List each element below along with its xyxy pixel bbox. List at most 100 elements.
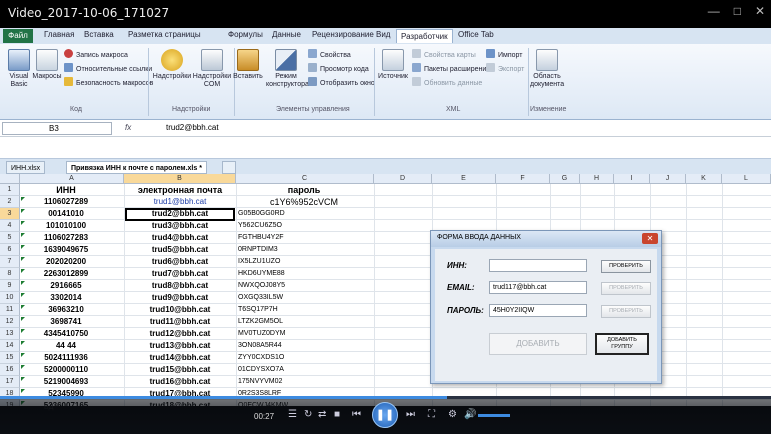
cell-inn[interactable]: 1106027283 xyxy=(21,232,111,244)
cell-password[interactable]: c1Y6%952cVCM xyxy=(236,196,370,208)
row-header[interactable]: 17 xyxy=(0,376,20,388)
cell-password[interactable]: 175NVYVM02 xyxy=(236,376,370,388)
formula-input[interactable]: trud2@bbh.cat xyxy=(166,123,219,132)
header-password[interactable]: пароль xyxy=(236,184,370,196)
cell-password[interactable]: NWXQOJ08Y5 xyxy=(236,280,370,292)
tab-data[interactable]: Данные xyxy=(272,30,301,39)
email-input[interactable]: trud117@bbh.cat xyxy=(489,281,587,294)
cell-inn[interactable]: 5200000110 xyxy=(21,364,111,376)
playlist-icon[interactable]: ☰ xyxy=(288,409,297,420)
cell-email[interactable]: trud9@bbh.cat xyxy=(126,292,234,304)
cell-password[interactable]: LTZK2GM5OL xyxy=(236,316,370,328)
column-header-k[interactable]: K xyxy=(686,174,722,184)
column-header-l[interactable]: L xyxy=(722,174,771,184)
tab-developer[interactable]: Разработчик xyxy=(396,29,453,43)
visual-basic-button[interactable]: Visual Basic xyxy=(5,49,33,89)
cell-email[interactable]: trud5@bbh.cat xyxy=(126,244,234,256)
macro-security-button[interactable]: Безопасность макросов xyxy=(64,77,153,87)
row-header[interactable]: 12 xyxy=(0,316,20,328)
new-tab-icon[interactable] xyxy=(222,161,236,174)
check-password-button[interactable]: ПРОВЕРИТЬ xyxy=(601,305,651,318)
cell-inn[interactable]: 5219004693 xyxy=(21,376,111,388)
column-header-g[interactable]: G xyxy=(550,174,580,184)
fx-icon[interactable]: fx xyxy=(125,123,131,132)
relative-refs-button[interactable]: Относительные ссылки xyxy=(64,63,152,73)
cell-password[interactable]: T6SQ17P7H xyxy=(236,304,370,316)
cell-email[interactable]: trud16@bbh.cat xyxy=(126,376,234,388)
cell-email[interactable]: trud1@bbh.cat xyxy=(126,196,234,208)
row-header[interactable]: 8 xyxy=(0,268,20,280)
next-icon[interactable]: ⏭ xyxy=(406,409,415,420)
tab-review[interactable]: Рецензирование xyxy=(312,30,374,39)
cell-email[interactable]: trud14@bbh.cat xyxy=(126,352,234,364)
refresh-data-button[interactable]: Обновить данные xyxy=(412,77,482,87)
xml-source-button[interactable]: Источник xyxy=(376,49,410,81)
column-header-h[interactable]: H xyxy=(580,174,614,184)
cell-email[interactable]: trud15@bbh.cat xyxy=(126,364,234,376)
inn-input[interactable] xyxy=(489,259,587,272)
dialog-close-button[interactable]: ✕ xyxy=(642,233,658,244)
properties-button[interactable]: Свойства xyxy=(308,49,351,59)
stop-icon[interactable]: ■ xyxy=(334,409,340,420)
cell-inn[interactable]: 202020200 xyxy=(21,256,111,268)
workbook-tab-inn[interactable]: ИНН.xlsx xyxy=(6,161,46,174)
cell-inn[interactable]: 1106027289 xyxy=(21,196,111,208)
cell-email[interactable]: trud8@bbh.cat xyxy=(126,280,234,292)
password-input[interactable]: 45H0Y2IIQW xyxy=(489,304,587,317)
cell-inn[interactable]: 5024111936 xyxy=(21,352,111,364)
cell-email[interactable]: trud7@bbh.cat xyxy=(126,268,234,280)
check-inn-button[interactable]: ПРОВЕРИТЬ xyxy=(601,260,651,273)
header-inn[interactable]: ИНН xyxy=(21,184,111,196)
row-header[interactable]: 16 xyxy=(0,364,20,376)
repeat-icon[interactable]: ↻ xyxy=(304,409,312,420)
row-header[interactable]: 3 xyxy=(0,208,20,220)
cell-inn[interactable]: 1639049675 xyxy=(21,244,111,256)
name-box[interactable]: B3 xyxy=(2,122,112,135)
document-panel-button[interactable]: Область документа xyxy=(530,49,564,89)
tab-home[interactable]: Главная xyxy=(44,30,74,39)
cell-inn[interactable]: 36963210 xyxy=(21,304,111,316)
cell-password[interactable]: FGTHBU4Y2F xyxy=(236,232,370,244)
column-header-j[interactable]: J xyxy=(650,174,686,184)
tab-view[interactable]: Вид xyxy=(376,30,390,39)
select-all-corner[interactable] xyxy=(0,174,20,184)
tab-insert[interactable]: Вставка xyxy=(84,30,114,39)
workbook-tab-active[interactable]: Привязка ИНН к почте с паролем.xls * xyxy=(66,161,207,174)
cell-email[interactable]: trud11@bbh.cat xyxy=(126,316,234,328)
cell-password[interactable]: HKD6UYME88 xyxy=(236,268,370,280)
import-button[interactable]: Импорт xyxy=(486,49,522,59)
cell-inn[interactable]: 00141010 xyxy=(21,208,111,220)
row-header[interactable]: 14 xyxy=(0,340,20,352)
row-header[interactable]: 11 xyxy=(0,304,20,316)
macros-button[interactable]: Макросы xyxy=(32,49,62,81)
row-header[interactable]: 1 xyxy=(0,184,20,196)
tab-formulas[interactable]: Формулы xyxy=(228,30,263,39)
cell-email[interactable]: trud12@bbh.cat xyxy=(126,328,234,340)
cell-password[interactable]: G05B0GG0RD xyxy=(236,208,370,220)
previous-icon[interactable]: ⏮ xyxy=(352,409,361,420)
volume-icon[interactable]: 🔊 xyxy=(464,409,476,420)
column-header-a[interactable]: A xyxy=(20,174,124,184)
cell-email[interactable]: trud13@bbh.cat xyxy=(126,340,234,352)
column-header-b[interactable]: B xyxy=(124,174,236,184)
add-button[interactable]: ДОБАВИТЬ xyxy=(489,333,587,355)
row-header[interactable]: 2 xyxy=(0,196,20,208)
cell-password[interactable]: MV0TUZ0DYM xyxy=(236,328,370,340)
cell-password[interactable]: 0RNPTDIM3 xyxy=(236,244,370,256)
column-header-c[interactable]: C xyxy=(236,174,374,184)
insert-control-button[interactable]: Вставить xyxy=(232,49,264,81)
cell-email[interactable]: trud6@bbh.cat xyxy=(126,256,234,268)
cell-inn[interactable]: 2263012899 xyxy=(21,268,111,280)
view-code-button[interactable]: Просмотр кода xyxy=(308,63,369,73)
cell-password[interactable]: ZYY0CXDS1O xyxy=(236,352,370,364)
minimize-button[interactable]: — xyxy=(708,4,720,18)
row-header[interactable]: 5 xyxy=(0,232,20,244)
cell-email[interactable]: trud10@bbh.cat xyxy=(126,304,234,316)
maximize-button[interactable]: □ xyxy=(734,4,741,18)
cell-inn[interactable]: 44 44 xyxy=(21,340,111,352)
cell-inn[interactable]: 3698741 xyxy=(21,316,111,328)
settings-icon[interactable]: ⚙ xyxy=(448,409,457,420)
record-macro-button[interactable]: Запись макроса xyxy=(64,49,128,59)
row-header[interactable]: 15 xyxy=(0,352,20,364)
add-group-button[interactable]: ДОБАВИТЬ ГРУППУ xyxy=(595,333,649,355)
